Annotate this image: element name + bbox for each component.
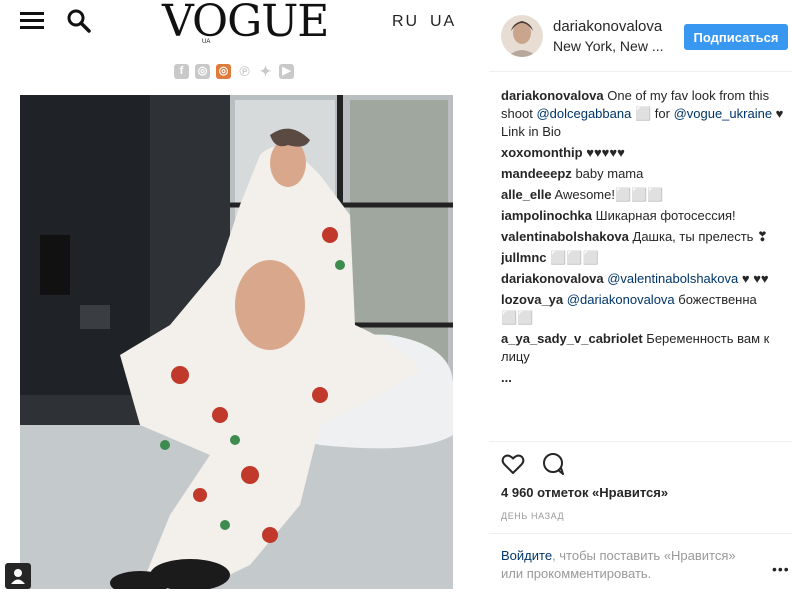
comment-item: xoxomonthip ♥♥♥♥♥ <box>501 144 787 162</box>
logo-text: VOGUE <box>162 0 329 47</box>
comment-item: ... <box>501 369 787 387</box>
instagram-icon[interactable]: ◎ <box>195 64 210 79</box>
post-photo-illustration <box>20 95 453 589</box>
comment-username[interactable]: alle_elle <box>501 187 552 202</box>
comment-username[interactable]: xoxomonthip <box>501 145 583 160</box>
likes-count[interactable]: 4 960 отметок «Нравится» <box>501 485 668 500</box>
instagram-active-icon[interactable]: ◎ <box>216 64 231 79</box>
comment-item: dariakonovalova @valentinabolshakova ♥ ♥… <box>501 270 787 288</box>
social-links: f ◎ ◎ ℗ ✦ ▶ <box>174 64 294 79</box>
comment-item: iampolinochka Шикарная фотосессия! <box>501 207 787 225</box>
comment-username[interactable]: lozova_ya <box>501 292 563 307</box>
comment-item: alle_elle Awesome!⬜⬜⬜ <box>501 186 787 204</box>
comments-list[interactable]: dariakonovalova One of my fav look from … <box>501 87 787 439</box>
search-icon[interactable] <box>66 8 92 34</box>
comment-username[interactable]: valentinabolshakova <box>501 229 629 244</box>
avatar[interactable] <box>501 15 543 57</box>
comment-username[interactable]: ... <box>501 370 512 385</box>
lang-ua-link[interactable]: UA <box>430 13 456 31</box>
login-link[interactable]: Войдите <box>501 548 552 563</box>
post-username[interactable]: dariakonovalova <box>553 18 662 35</box>
comment-item: valentinabolshakova Дашка, ты прелесть ❣ <box>501 228 787 246</box>
pinterest-icon[interactable]: ℗ <box>237 64 252 79</box>
comment-text: Awesome!⬜⬜⬜ <box>554 187 664 202</box>
caption-username[interactable]: dariakonovalova <box>501 88 604 103</box>
facebook-icon[interactable]: f <box>174 64 189 79</box>
comment-text: ⬜⬜⬜ <box>550 250 599 265</box>
divider <box>489 71 792 72</box>
comment-username[interactable]: iampolinochka <box>501 208 592 223</box>
heart-icon[interactable] <box>500 451 526 477</box>
post-location[interactable]: New York, New ... <box>553 38 664 54</box>
comment-item: mandeeepz baby mama <box>501 165 787 183</box>
comment-icon[interactable] <box>540 451 566 477</box>
comment-username[interactable]: mandeeepz <box>501 166 572 181</box>
vogue-logo[interactable]: VOGUE UA <box>162 0 329 45</box>
twitter-icon[interactable]: ✦ <box>258 64 273 79</box>
caption-mention[interactable]: @vogue_ukraine <box>674 106 772 121</box>
comment-mention[interactable]: @dariakonovalova <box>567 292 675 307</box>
user-tag-icon[interactable] <box>5 563 31 589</box>
youtube-icon[interactable]: ▶ <box>279 64 294 79</box>
more-options-icon[interactable]: ••• <box>772 561 790 577</box>
caption-mention[interactable]: @dolcegabbana <box>536 106 631 121</box>
comment-text: Дашка, ты прелесть ❣ <box>632 229 768 244</box>
divider <box>489 533 792 534</box>
logo-sub: UA <box>202 39 211 45</box>
post-timestamp[interactable]: ДЕНЬ НАЗАД <box>501 511 564 521</box>
comment-text: ♥ ♥♥ <box>741 271 769 286</box>
post-photo[interactable] <box>20 95 453 589</box>
comment-username[interactable]: dariakonovalova <box>501 271 604 286</box>
comment-username[interactable]: a_ya_sady_v_cabriolet <box>501 331 643 346</box>
comment-item: jullmnc ⬜⬜⬜ <box>501 249 787 267</box>
comment-item: lozova_ya @dariakonovalova божественна ⬜… <box>501 291 787 327</box>
avatar-image <box>501 15 543 57</box>
caption: dariakonovalova One of my fav look from … <box>501 87 787 141</box>
person-icon <box>11 569 25 584</box>
divider <box>489 441 792 442</box>
login-prompt: Войдите, чтобы поставить «Нравится» или … <box>501 547 761 583</box>
caption-text: ⬜ for <box>634 106 670 121</box>
comment-username[interactable]: jullmnc <box>501 250 547 265</box>
comment-mention[interactable]: @valentinabolshakova <box>607 271 738 286</box>
follow-button[interactable]: Подписаться <box>684 24 788 50</box>
menu-icon[interactable] <box>20 12 44 30</box>
comment-text: baby mama <box>575 166 644 181</box>
comment-text: ♥♥♥♥♥ <box>586 145 625 160</box>
lang-ru-link[interactable]: RU <box>392 13 419 31</box>
comment-item: a_ya_sady_v_cabriolet Беременность вам к… <box>501 330 787 366</box>
comment-text: Шикарная фотосессия! <box>595 208 736 223</box>
